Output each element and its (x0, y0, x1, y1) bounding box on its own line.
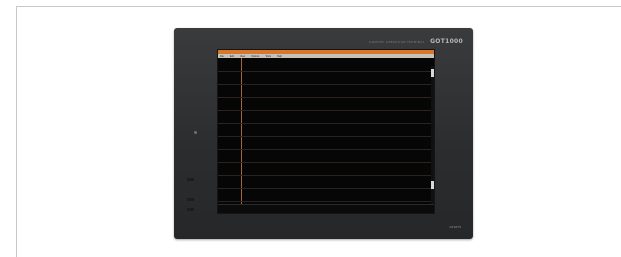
touch-screen[interactable]: File Edit View Options Tools Help (217, 49, 435, 214)
vertical-scrollbar[interactable] (431, 66, 434, 213)
table-row[interactable] (218, 136, 434, 150)
usb-slot-icon (187, 178, 194, 181)
brand-name: GOT1000 (430, 38, 463, 45)
table-row[interactable] (218, 97, 434, 111)
ladder-monitor (218, 58, 434, 213)
scroll-up-handle[interactable] (431, 69, 434, 77)
model-label: GT1675 (449, 225, 461, 229)
table-row[interactable] (218, 58, 434, 72)
table-row[interactable] (218, 162, 434, 176)
table-row[interactable] (218, 110, 434, 124)
power-led-icon (194, 131, 197, 134)
scroll-down-handle[interactable] (431, 181, 434, 189)
status-strip (218, 204, 434, 213)
brand-tag: GRAPHIC OPERATION TERMINAL (369, 39, 425, 44)
brand-label: GRAPHIC OPERATION TERMINAL GOT1000 (369, 38, 463, 45)
usb-slot-icon-3 (187, 208, 194, 211)
usb-slot-icon-2 (187, 198, 194, 201)
table-row[interactable] (218, 71, 434, 85)
table-row[interactable] (218, 149, 434, 163)
table-row[interactable] (218, 123, 434, 137)
table-row[interactable] (218, 84, 434, 98)
table-row[interactable] (218, 188, 434, 202)
hmi-device: GRAPHIC OPERATION TERMINAL GOT1000 File … (174, 28, 473, 239)
table-row[interactable] (218, 175, 434, 189)
